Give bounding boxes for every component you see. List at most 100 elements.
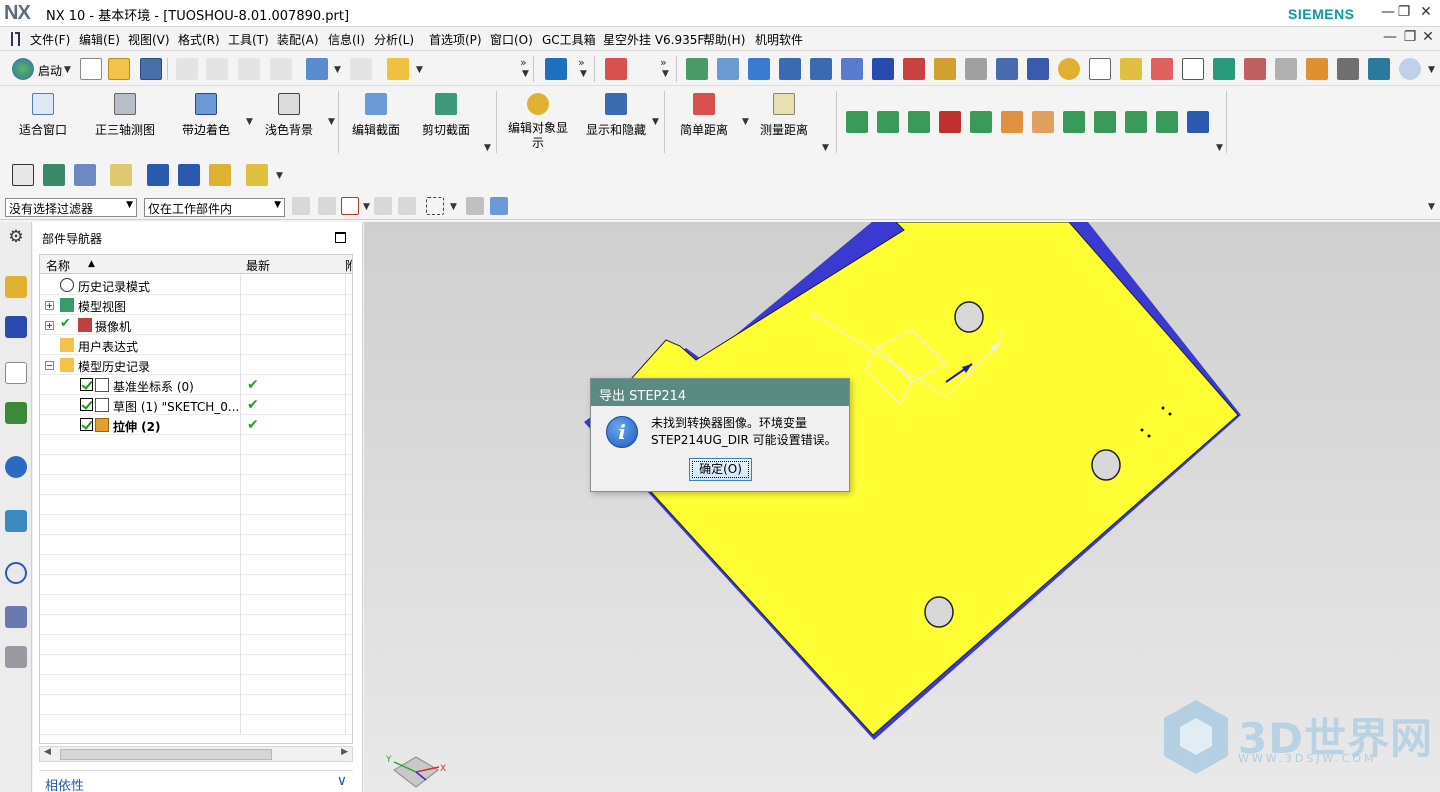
table-icon[interactable] (1027, 58, 1049, 80)
part-navigator-icon[interactable] (5, 362, 27, 384)
menu-tools[interactable]: 工具(T) (228, 31, 269, 48)
show-hide-dropdown-icon[interactable]: ▼ (652, 117, 659, 127)
close-button[interactable]: ✕ (1416, 4, 1436, 20)
scope-filter-dropdown[interactable]: 仅在工作部件内 ▼ (144, 198, 285, 217)
import-icon[interactable] (545, 58, 567, 80)
plugin-tool-5-icon[interactable] (970, 111, 992, 133)
distance-dropdown-icon[interactable]: ▼ (742, 117, 749, 127)
assembly-icon[interactable] (147, 164, 169, 186)
plugin-tool-8-icon[interactable] (1063, 111, 1085, 133)
plugin-tool-12-icon[interactable] (1187, 111, 1209, 133)
light-background-button[interactable]: 浅色背景 (260, 93, 318, 138)
ramp-icon[interactable] (1213, 58, 1235, 80)
redo-icon[interactable] (350, 58, 372, 80)
list-icon[interactable] (74, 164, 96, 186)
constraint-navigator-icon[interactable] (5, 316, 27, 338)
column-attached[interactable]: 附 (345, 257, 352, 274)
show-hide-button[interactable]: 显示和隐藏 (582, 93, 650, 138)
save-icon[interactable] (140, 58, 162, 80)
sheet-icon[interactable] (965, 58, 987, 80)
clock-icon[interactable] (1399, 58, 1421, 80)
edit-section-button[interactable]: 编辑截面 (348, 93, 404, 138)
plugin-tool-2-icon[interactable] (877, 111, 899, 133)
datum-icon[interactable] (779, 58, 801, 80)
note-icon[interactable] (110, 164, 132, 186)
table-row[interactable]: 历史记录模式 (40, 275, 352, 295)
plugin-dropdown-icon[interactable]: ▼ (1216, 143, 1223, 153)
snap-point-icon[interactable] (341, 197, 359, 215)
roles-icon[interactable] (5, 646, 27, 668)
collapse-icon[interactable]: − (45, 361, 54, 370)
overflow-dropdown-icon[interactable]: ▼ (522, 69, 529, 79)
table-row[interactable]: 草图 (1) "SKETCH_0... ✔ (40, 395, 352, 415)
page-icon[interactable] (1182, 58, 1204, 80)
system-materials-icon[interactable] (5, 606, 27, 628)
history-icon[interactable] (5, 562, 27, 584)
delete-icon[interactable] (270, 58, 292, 80)
paste-icon[interactable] (238, 58, 260, 80)
plugin-tool-4-icon[interactable] (939, 111, 961, 133)
layers-icon[interactable] (686, 58, 708, 80)
doc-close-button[interactable]: ✕ (1418, 29, 1438, 45)
abs-csys-icon[interactable] (605, 58, 627, 80)
dialog-title[interactable]: 导出 STEP214 (591, 379, 849, 406)
fit-window-button[interactable]: 适合窗口 (14, 93, 72, 138)
toolbar-dropdown-icon[interactable]: ▼ (1428, 65, 1435, 75)
align-icon[interactable] (810, 58, 832, 80)
hammer-icon[interactable] (178, 164, 200, 186)
menu-gc-toolbox[interactable]: GC工具箱 (542, 31, 596, 48)
axis-icon[interactable] (872, 58, 894, 80)
tree-icon[interactable] (996, 58, 1018, 80)
table-row[interactable]: 用户表达式 (40, 335, 352, 355)
curve-rule-icon[interactable] (374, 197, 392, 215)
copy-icon[interactable] (206, 58, 228, 80)
overflow-icon[interactable]: » (578, 56, 585, 69)
visibility-checkbox[interactable] (80, 378, 93, 391)
selection-filter-dropdown[interactable]: 没有选择过滤器 ▼ (5, 198, 137, 217)
overflow-dropdown-icon[interactable]: ▼ (662, 69, 669, 79)
pencil-icon[interactable] (1120, 58, 1142, 80)
calculator-icon[interactable] (1368, 58, 1390, 80)
repeat-dropdown-icon[interactable]: ▼ (416, 65, 423, 75)
assembly-navigator-icon[interactable] (5, 276, 27, 298)
maximize-icon[interactable] (335, 232, 346, 243)
trimetric-button[interactable]: 正三轴测图 (94, 93, 156, 138)
doc-minimize-button[interactable]: — (1380, 29, 1400, 45)
network-icon[interactable] (1244, 58, 1266, 80)
expand-icon[interactable]: + (45, 301, 54, 310)
start-icon[interactable] (12, 58, 34, 80)
start-dropdown-icon[interactable]: ▼ (64, 65, 71, 75)
cut-icon[interactable] (176, 58, 198, 80)
visibility-checkbox[interactable] (80, 398, 93, 411)
layer-stack-icon[interactable] (43, 164, 65, 186)
section-dropdown-icon[interactable]: ▼ (484, 143, 491, 153)
overflow-dropdown-icon[interactable]: ▼ (580, 69, 587, 79)
ok-button[interactable]: 确定(O) (689, 458, 752, 481)
render-dropdown-icon[interactable]: ▼ (246, 117, 253, 127)
menu-window[interactable]: 窗口(O) (490, 31, 533, 48)
reuse-library-icon[interactable] (5, 402, 27, 424)
web-browser-icon[interactable] (5, 510, 27, 532)
gear-wheel-icon[interactable] (1058, 58, 1080, 80)
menu-view[interactable]: 视图(V) (128, 31, 170, 48)
abs-icon[interactable] (246, 164, 268, 186)
table-row[interactable]: + 模型视图 (40, 295, 352, 315)
horizontal-scrollbar[interactable]: ◀ ▶ (39, 746, 353, 762)
scroll-left-icon[interactable]: ◀ (44, 747, 51, 757)
repeat-command-icon[interactable] (387, 58, 409, 80)
start-label[interactable]: 启动 (38, 62, 62, 79)
doc-restore-button[interactable]: ❐ (1400, 29, 1420, 45)
part-filter-icon[interactable] (466, 197, 484, 215)
part-icon[interactable] (717, 58, 739, 80)
overflow-icon[interactable]: » (660, 56, 667, 69)
plugin-tool-1-icon[interactable] (846, 111, 868, 133)
chevron-down-icon[interactable]: ∨ (337, 773, 347, 789)
plugin-tool-6-icon[interactable] (1001, 111, 1023, 133)
measure-dropdown-icon[interactable]: ▼ (822, 143, 829, 153)
sketch-icon[interactable] (12, 164, 34, 186)
column-name[interactable]: 名称 (46, 257, 70, 274)
plugin-tool-11-icon[interactable] (1156, 111, 1178, 133)
select-icon[interactable] (318, 197, 336, 215)
text-icon[interactable] (1089, 58, 1111, 80)
open-icon[interactable] (108, 58, 130, 80)
